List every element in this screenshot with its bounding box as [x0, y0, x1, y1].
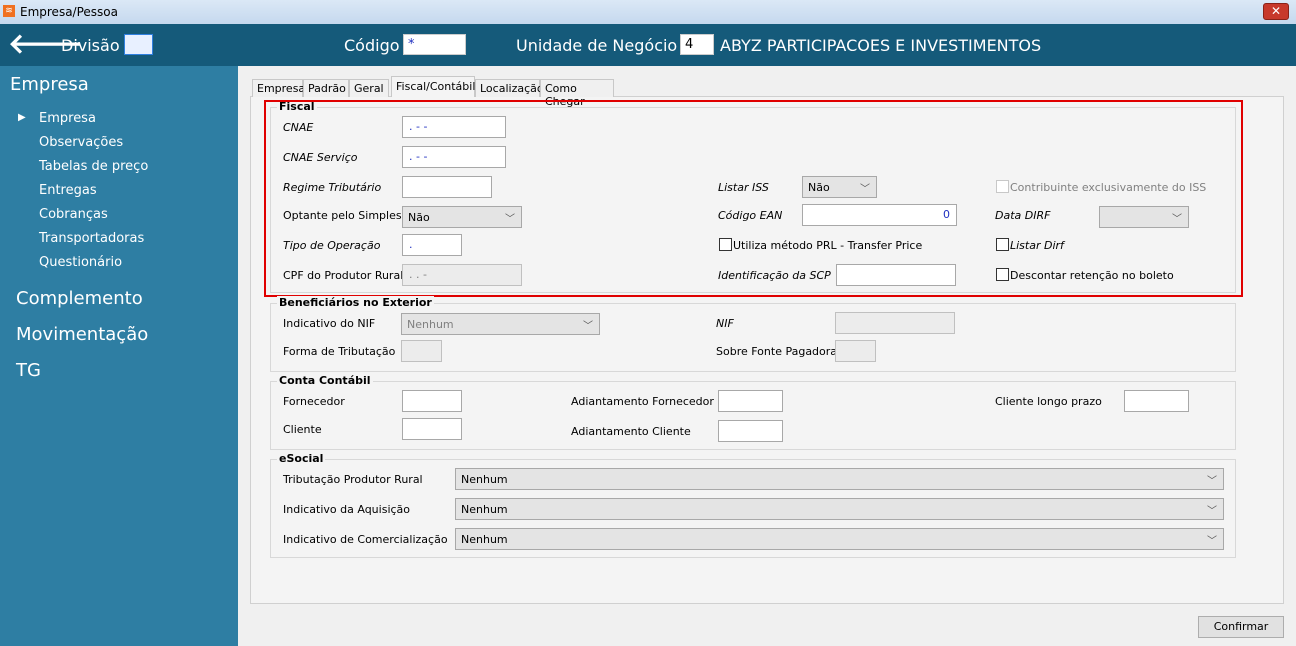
fonte-input[interactable] [835, 340, 876, 362]
header: 🡐 Divisão Código * Unidade de Negócio 4 … [0, 24, 1296, 66]
ad-cliente-label: Adiantamento Cliente [571, 425, 691, 438]
tab-fiscal-contabil[interactable]: Fiscal/Contábil [391, 76, 475, 97]
cliente-lp-label: Cliente longo prazo [995, 395, 1102, 408]
fornecedor-label: Fornecedor [283, 395, 345, 408]
tab-empresa[interactable]: Empresa [252, 79, 305, 97]
codigo-input[interactable]: * [403, 34, 466, 55]
nif-input[interactable] [835, 312, 955, 334]
beneficiarios-title: Beneficiários no Exterior [277, 296, 434, 309]
title-bar: ≋ Empresa/Pessoa ✕ [0, 0, 1296, 24]
chevron-down-icon: ﹀ [1207, 476, 1217, 487]
nif-ind-value: Nenhum [407, 318, 454, 331]
trib-select[interactable]: Nenhum ﹀ [455, 468, 1224, 490]
unidade-label: Unidade de Negócio [516, 36, 678, 55]
trib-label: Tributação Produtor Rural [283, 473, 423, 486]
chevron-down-icon: ﹀ [1207, 506, 1217, 517]
aquis-select[interactable]: Nenhum ﹀ [455, 498, 1224, 520]
divisao-label: Divisão [61, 36, 120, 55]
nif-label: NIF [716, 317, 734, 330]
sidebar: Empresa ▶ Empresa Observações Tabelas de… [0, 66, 238, 646]
tab-geral[interactable]: Geral [349, 79, 389, 97]
sidebar-item-observacoes[interactable]: Observações [39, 135, 123, 150]
unidade-name: ABYZ PARTICIPACOES E INVESTIMENTOS [720, 36, 1042, 55]
cliente-label: Cliente [283, 423, 322, 436]
cliente-lp-input[interactable] [1124, 390, 1189, 412]
selected-arrow-icon: ▶ [18, 112, 26, 123]
comerc-value: Nenhum [461, 533, 508, 546]
sidebar-item-tabelas[interactable]: Tabelas de preço [39, 159, 148, 174]
window-title: Empresa/Pessoa [20, 5, 118, 19]
nif-ind-label: Indicativo do NIF [283, 317, 376, 330]
esocial-title: eSocial [277, 452, 326, 465]
nif-ind-select[interactable]: Nenhum ﹀ [401, 313, 600, 335]
conta-title: Conta Contábil [277, 374, 373, 387]
trib-value: Nenhum [461, 473, 508, 486]
tab-padrao[interactable]: Padrão [303, 79, 349, 97]
tab-como-chegar[interactable]: Como Chegar [540, 79, 614, 108]
sidebar-item-questionario[interactable]: Questionário [39, 255, 122, 270]
forma-label: Forma de Tributação [283, 345, 396, 358]
comerc-select[interactable]: Nenhum ﹀ [455, 528, 1224, 550]
sidebar-item-transportadoras[interactable]: Transportadoras [39, 231, 144, 246]
ad-fornecedor-label: Adiantamento Fornecedor [571, 395, 714, 408]
cliente-input[interactable] [402, 418, 462, 440]
chevron-down-icon: ﹀ [1207, 536, 1217, 547]
aquis-value: Nenhum [461, 503, 508, 516]
sidebar-item-empresa[interactable]: Empresa [39, 111, 96, 126]
sidebar-section-empresa[interactable]: Empresa [10, 74, 89, 95]
app-icon: ≋ [3, 5, 15, 17]
forma-input[interactable] [401, 340, 442, 362]
sidebar-item-cobrancas[interactable]: Cobranças [39, 207, 108, 222]
sidebar-section-tg[interactable]: TG [16, 360, 41, 381]
chevron-down-icon: ﹀ [583, 321, 593, 332]
tab-localizacao[interactable]: Localização [475, 79, 544, 97]
comerc-label: Indicativo de Comercialização [283, 533, 448, 546]
ad-cliente-input[interactable] [718, 420, 783, 442]
close-button[interactable]: ✕ [1263, 3, 1289, 20]
divisao-input[interactable] [124, 34, 153, 55]
fonte-label: Sobre Fonte Pagadora [716, 345, 838, 358]
sidebar-section-movimentacao[interactable]: Movimentação [16, 324, 148, 345]
sidebar-section-complemento[interactable]: Complemento [16, 288, 143, 309]
sidebar-item-entregas[interactable]: Entregas [39, 183, 97, 198]
highlight-box [264, 100, 1243, 297]
aquis-label: Indicativo da Aquisição [283, 503, 411, 516]
fornecedor-input[interactable] [402, 390, 462, 412]
unidade-code-input[interactable]: 4 [680, 34, 714, 55]
ad-fornecedor-input[interactable] [718, 390, 783, 412]
confirm-button[interactable]: Confirmar [1198, 616, 1284, 638]
codigo-label: Código [344, 36, 400, 55]
